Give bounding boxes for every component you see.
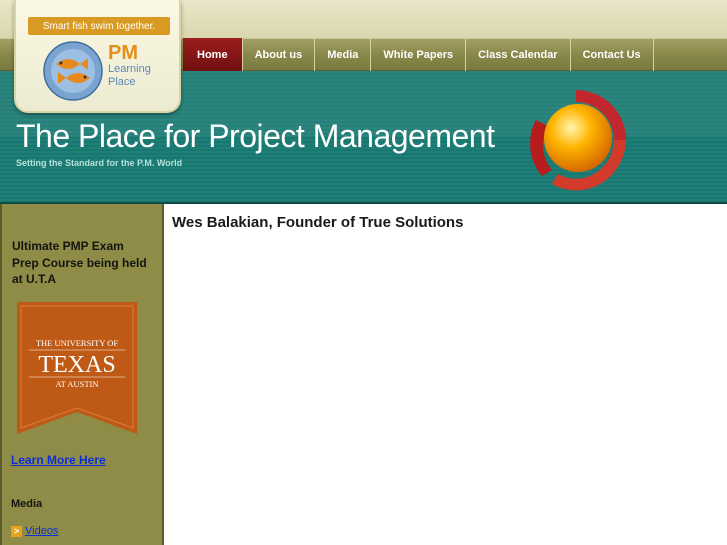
banner-title: The Place for Project Management [16, 118, 495, 154]
nav-contact-us[interactable]: Contact Us [571, 38, 654, 71]
sidebar: Ultimate PMP Exam Prep Course being held… [0, 204, 164, 545]
main-title: Wes Balakian, Founder of True Solutions [172, 214, 464, 231]
logo-pm-text: PM [108, 42, 138, 64]
banner-subtitle: Setting the Standard for the P.M. World [16, 158, 183, 168]
learn-more-link[interactable]: Learn More Here [11, 453, 106, 467]
orb-logo-icon [530, 90, 626, 191]
nav-media[interactable]: Media [315, 38, 372, 71]
logo-tagline: Smart fish swim together. [28, 17, 170, 35]
media-label: Media [11, 498, 43, 510]
nav-about-us[interactable]: About us [243, 38, 316, 71]
videos-row: > Videos [11, 525, 58, 537]
ut-line2: TEXAS [38, 352, 115, 378]
sidebar-heading: Ultimate PMP Exam Prep Course being held… [12, 239, 147, 286]
logo-sub-text: Learning Place [108, 63, 151, 88]
ut-line1: THE UNIVERSITY OF [36, 338, 119, 348]
fish-emblem-icon [43, 41, 103, 101]
nav-white-papers[interactable]: White Papers [371, 38, 467, 71]
nav-class-calendar[interactable]: Class Calendar [466, 38, 571, 71]
logo-panel[interactable]: Smart fish swim together. PM Learning Pl… [14, 0, 181, 113]
arrow-right-icon: > [11, 525, 22, 537]
ut-line3: AT AUSTIN [55, 379, 98, 389]
videos-link[interactable]: Videos [25, 525, 58, 537]
nav-home[interactable]: Home [183, 38, 243, 71]
main-nav: Home About us Media White Papers Class C… [183, 38, 654, 71]
ut-austin-ribbon-icon[interactable]: THE UNIVERSITY OF TEXAS AT AUSTIN [17, 302, 137, 434]
